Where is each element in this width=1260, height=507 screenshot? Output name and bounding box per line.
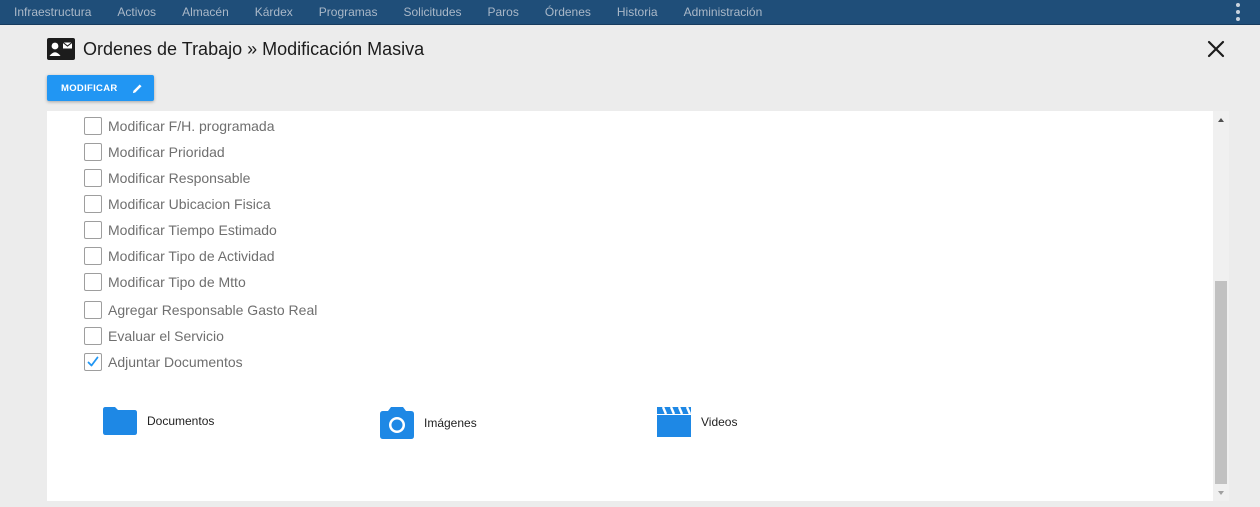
- option-label: Agregar Responsable Gasto Real: [108, 302, 318, 318]
- id-card-icon: [47, 38, 75, 60]
- attachment-label: Documentos: [147, 414, 215, 428]
- main-menu: Infraestructura Activos Almacén Kárdex P…: [0, 0, 1260, 24]
- modificar-button[interactable]: MODIFICAR: [47, 75, 154, 101]
- option-modificar-tiempo-estimado[interactable]: Modificar Tiempo Estimado: [84, 221, 277, 239]
- option-modificar-fh-programada[interactable]: Modificar F/H. programada: [84, 117, 275, 135]
- attachment-videos[interactable]: Videos: [657, 407, 737, 437]
- checkbox[interactable]: [84, 247, 102, 265]
- clapperboard-icon: [657, 407, 691, 437]
- option-label: Modificar Responsable: [108, 170, 251, 186]
- folder-icon: [103, 407, 137, 435]
- pencil-icon: [132, 83, 142, 93]
- option-modificar-responsable[interactable]: Modificar Responsable: [84, 169, 250, 187]
- menu-item-kardex[interactable]: Kárdex: [255, 5, 293, 19]
- menu-item-infraestructura[interactable]: Infraestructura: [14, 5, 91, 19]
- modificar-button-label: MODIFICAR: [61, 82, 118, 94]
- checkbox[interactable]: [84, 195, 102, 213]
- menu-item-programas[interactable]: Programas: [319, 5, 378, 19]
- option-modificar-ubicacion-fisica[interactable]: Modificar Ubicacion Fisica: [84, 195, 271, 213]
- scroll-down-arrow-icon[interactable]: [1218, 491, 1224, 495]
- option-label: Modificar Ubicacion Fisica: [108, 196, 271, 212]
- option-label: Evaluar el Servicio: [108, 328, 224, 344]
- menu-item-ordenes[interactable]: Órdenes: [545, 5, 591, 19]
- camera-icon: [380, 407, 414, 439]
- attachment-imagenes[interactable]: Imágenes: [380, 407, 477, 439]
- checkbox[interactable]: [84, 301, 102, 319]
- option-evaluar-servicio[interactable]: Evaluar el Servicio: [84, 327, 224, 345]
- scroll-up-arrow-icon[interactable]: [1218, 118, 1224, 122]
- menu-item-almacen[interactable]: Almacén: [182, 5, 229, 19]
- option-label: Modificar Tiempo Estimado: [108, 222, 277, 238]
- menu-item-historia[interactable]: Historia: [617, 5, 658, 19]
- option-adjuntar-documentos[interactable]: Adjuntar Documentos: [84, 353, 243, 371]
- attachment-label: Imágenes: [424, 416, 477, 430]
- option-label: Adjuntar Documentos: [108, 354, 243, 370]
- page-title: Ordenes de Trabajo » Modificación Masiva: [83, 38, 425, 59]
- attachment-documentos[interactable]: Documentos: [103, 407, 214, 435]
- scrollbar-thumb[interactable]: [1215, 281, 1227, 484]
- attachment-label: Videos: [701, 415, 738, 429]
- checkbox[interactable]: [84, 221, 102, 239]
- kebab-vertical-icon[interactable]: [1236, 3, 1240, 21]
- top-navigation-bar: Infraestructura Activos Almacén Kárdex P…: [0, 0, 1260, 25]
- option-label: Modificar Prioridad: [108, 144, 225, 160]
- option-modificar-prioridad[interactable]: Modificar Prioridad: [84, 143, 225, 161]
- page-header: Ordenes de Trabajo » Modificación Masiva: [47, 38, 424, 60]
- menu-item-activos[interactable]: Activos: [117, 5, 156, 19]
- checkbox[interactable]: [84, 327, 102, 345]
- option-modificar-tipo-actividad[interactable]: Modificar Tipo de Actividad: [84, 247, 275, 265]
- checkbox[interactable]: [84, 117, 102, 135]
- options-panel: Modificar F/H. programada Modificar Prio…: [47, 111, 1213, 501]
- option-label: Modificar Tipo de Actividad: [108, 248, 275, 264]
- option-modificar-tipo-mtto[interactable]: Modificar Tipo de Mtto: [84, 273, 246, 291]
- option-label: Modificar Tipo de Mtto: [108, 274, 246, 290]
- checkbox[interactable]: [84, 169, 102, 187]
- check-icon: [87, 356, 99, 367]
- checkbox[interactable]: [84, 273, 102, 291]
- close-icon[interactable]: [1206, 39, 1226, 59]
- option-agregar-responsable-gasto-real[interactable]: Agregar Responsable Gasto Real: [84, 301, 317, 319]
- vertical-scrollbar[interactable]: [1213, 111, 1229, 501]
- menu-item-solicitudes[interactable]: Solicitudes: [403, 5, 461, 19]
- checkbox[interactable]: [84, 143, 102, 161]
- menu-item-paros[interactable]: Paros: [488, 5, 519, 19]
- checkbox-checked[interactable]: [84, 353, 102, 371]
- option-label: Modificar F/H. programada: [108, 118, 275, 134]
- menu-item-administracion[interactable]: Administración: [684, 5, 763, 19]
